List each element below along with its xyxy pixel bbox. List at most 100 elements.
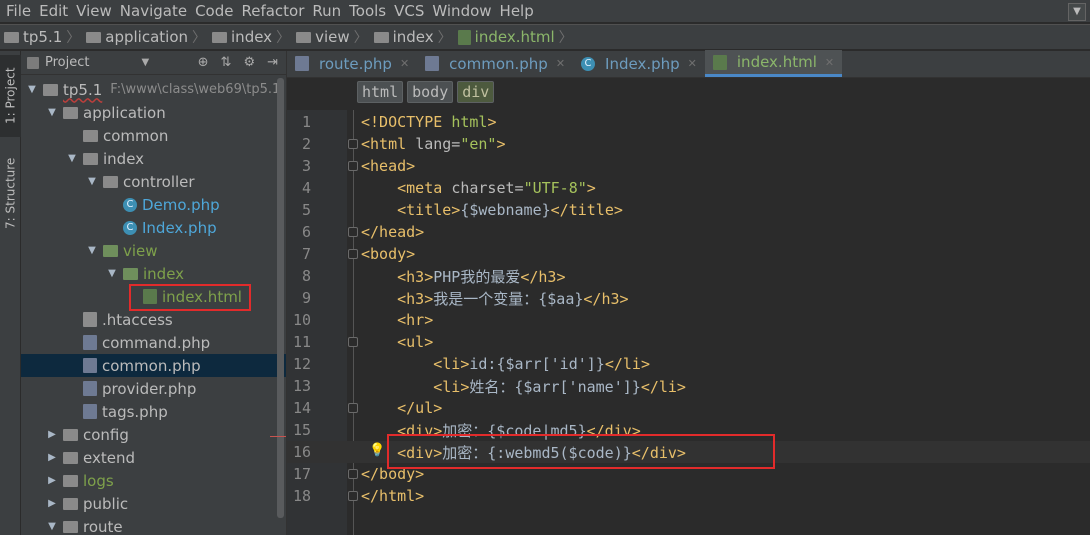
menu-item-window[interactable]: Window	[428, 0, 495, 22]
fold-marker-icon[interactable]	[348, 337, 358, 347]
tree-item[interactable]: provider.php	[21, 377, 286, 400]
folder-icon	[63, 428, 78, 441]
chevron-down-icon[interactable]: ▼	[65, 153, 79, 164]
menu-item-navigate[interactable]: Navigate	[116, 0, 191, 22]
project-scrollbar[interactable]	[277, 78, 284, 518]
tag-breadcrumb-div[interactable]: div	[457, 81, 495, 103]
code-line[interactable]: 5 <title>{$webname}</title>	[287, 199, 1090, 221]
menu-item-refactor[interactable]: Refactor	[237, 0, 308, 22]
collapse-icon[interactable]: ⇅	[221, 55, 232, 70]
fold-marker-icon[interactable]	[348, 403, 358, 413]
tree-item[interactable]: ▼ tp5.1 F:\www\class\web69\tp5.1	[21, 78, 286, 101]
chevron-down-icon[interactable]: ▼	[45, 107, 59, 118]
code-line[interactable]: 3 <head>	[287, 155, 1090, 177]
navigation-dropdown-button[interactable]: ▼	[1068, 3, 1086, 21]
project-tool-tab[interactable]: 1: Project	[0, 55, 21, 137]
code-line[interactable]: 11 <ul>	[287, 331, 1090, 353]
menu-item-edit[interactable]: Edit	[35, 0, 72, 22]
breadcrumb-item[interactable]: index.html 〉	[457, 27, 579, 47]
breadcrumb-item[interactable]: view 〉	[296, 27, 374, 47]
chevron-right-icon[interactable]: ▶	[45, 498, 59, 509]
code-token: </h3>	[520, 267, 566, 286]
folder-icon	[63, 451, 78, 464]
fold-marker-icon[interactable]	[348, 161, 358, 171]
editor-tab[interactable]: index.html ✕	[704, 50, 843, 77]
fold-marker-icon[interactable]	[348, 249, 358, 259]
breadcrumb-item[interactable]: tp5.1 〉	[4, 27, 86, 47]
structure-tool-tab[interactable]: 7: Structure	[0, 149, 21, 237]
chevron-right-icon: 〉	[558, 30, 573, 46]
code-line[interactable]: 10 <hr>	[287, 309, 1090, 331]
code-token: </ul>	[397, 399, 443, 417]
gear-icon[interactable]: ⚙	[243, 55, 255, 70]
tree-item[interactable]: ▶ config	[21, 423, 286, 446]
tree-item[interactable]: ▼ route	[21, 515, 286, 535]
tag-breadcrumb-body[interactable]: body	[407, 81, 454, 103]
code-line[interactable]: 8 <h3>PHP我的最爱</h3>	[287, 265, 1090, 287]
tree-item[interactable]: common.php	[21, 354, 286, 377]
close-icon[interactable]: ✕	[556, 57, 565, 70]
tree-item[interactable]: ▼ application	[21, 101, 286, 124]
chevron-right-icon[interactable]: ▶	[45, 452, 59, 463]
code-line[interactable]: 2 <html lang="en">	[287, 133, 1090, 155]
fold-marker-icon[interactable]	[348, 139, 358, 149]
code-line[interactable]: 6 </head>	[287, 221, 1090, 243]
close-icon[interactable]: ✕	[400, 57, 409, 70]
menu-item-tools[interactable]: Tools	[345, 0, 390, 22]
editor-tab[interactable]: common.php ✕	[417, 50, 573, 77]
code-line[interactable]: 4 <meta charset="UTF-8">	[287, 177, 1090, 199]
tree-item[interactable]: ▼ view	[21, 239, 286, 262]
code-line[interactable]: 7 <body>	[287, 243, 1090, 265]
tree-item[interactable]: C Demo.php	[21, 193, 286, 216]
tree-item[interactable]: ▼ index	[21, 147, 286, 170]
close-icon[interactable]: ✕	[688, 57, 697, 70]
breadcrumb-item[interactable]: application 〉	[86, 27, 212, 47]
menu-item-run[interactable]: Run	[308, 0, 345, 22]
code-line[interactable]: 13 <li>姓名：{$arr['name']}</li>	[287, 375, 1090, 397]
php-class-icon: C	[123, 197, 137, 212]
tree-item[interactable]: ▶ public	[21, 492, 286, 515]
editor-tab[interactable]: route.php ✕	[287, 50, 417, 77]
tree-item[interactable]: ▼ controller	[21, 170, 286, 193]
code-line[interactable]: 1 <!DOCTYPE html>	[287, 111, 1090, 133]
code-line[interactable]: 14 </ul>	[287, 397, 1090, 419]
chevron-right-icon[interactable]: ▶	[45, 475, 59, 486]
code-token: >	[487, 113, 497, 131]
hide-icon[interactable]: ⇥	[267, 55, 278, 70]
tree-item[interactable]: command.php	[21, 331, 286, 354]
menu-item-vcs[interactable]: VCS	[390, 0, 428, 22]
close-icon[interactable]: ✕	[825, 56, 834, 69]
menu-item-help[interactable]: Help	[496, 0, 538, 22]
code-line[interactable]: 12 <li>id:{$arr['id']}</li>	[287, 353, 1090, 375]
code-line[interactable]: 18 </html>	[287, 485, 1090, 507]
tree-item[interactable]: tags.php	[21, 400, 286, 423]
chevron-right-icon[interactable]: ▶	[45, 429, 59, 440]
chevron-down-icon[interactable]: ▼	[105, 268, 119, 279]
chevron-down-icon[interactable]: ▼	[25, 84, 39, 95]
tree-item[interactable]: C Index.php	[21, 216, 286, 239]
line-number: 6	[301, 223, 311, 241]
tree-item[interactable]: common	[21, 124, 286, 147]
line-number: 17	[292, 465, 311, 483]
menu-item-code[interactable]: Code	[191, 0, 237, 22]
chevron-down-icon[interactable]: ▼	[141, 57, 149, 68]
tag-breadcrumb-html[interactable]: html	[357, 81, 404, 103]
tree-item[interactable]: ▶ extend	[21, 446, 286, 469]
menu-item-view[interactable]: View	[72, 0, 116, 22]
locate-icon[interactable]: ⊕	[198, 55, 209, 70]
breadcrumb-item[interactable]: index 〉	[212, 27, 296, 47]
breadcrumb-item[interactable]: index 〉	[373, 27, 458, 47]
tree-item[interactable]: ▶ logs	[21, 469, 286, 492]
fold-marker-icon[interactable]	[348, 227, 358, 237]
fold-marker-icon[interactable]	[348, 491, 358, 501]
chevron-down-icon[interactable]: ▼	[85, 245, 99, 256]
chevron-down-icon[interactable]: ▼	[85, 176, 99, 187]
code-line[interactable]: 9 <h3>我是一个变量：{$aa}</h3>	[287, 287, 1090, 309]
fold-marker-icon[interactable]	[348, 469, 358, 479]
tree-item[interactable]: ▼ index	[21, 262, 286, 285]
line-number: 13	[292, 377, 311, 395]
editor-tab[interactable]: C Index.php ✕	[573, 50, 705, 77]
chevron-down-icon[interactable]: ▼	[45, 521, 59, 532]
menu-item-file[interactable]: File	[2, 0, 35, 22]
tree-item[interactable]: .htaccess	[21, 308, 286, 331]
